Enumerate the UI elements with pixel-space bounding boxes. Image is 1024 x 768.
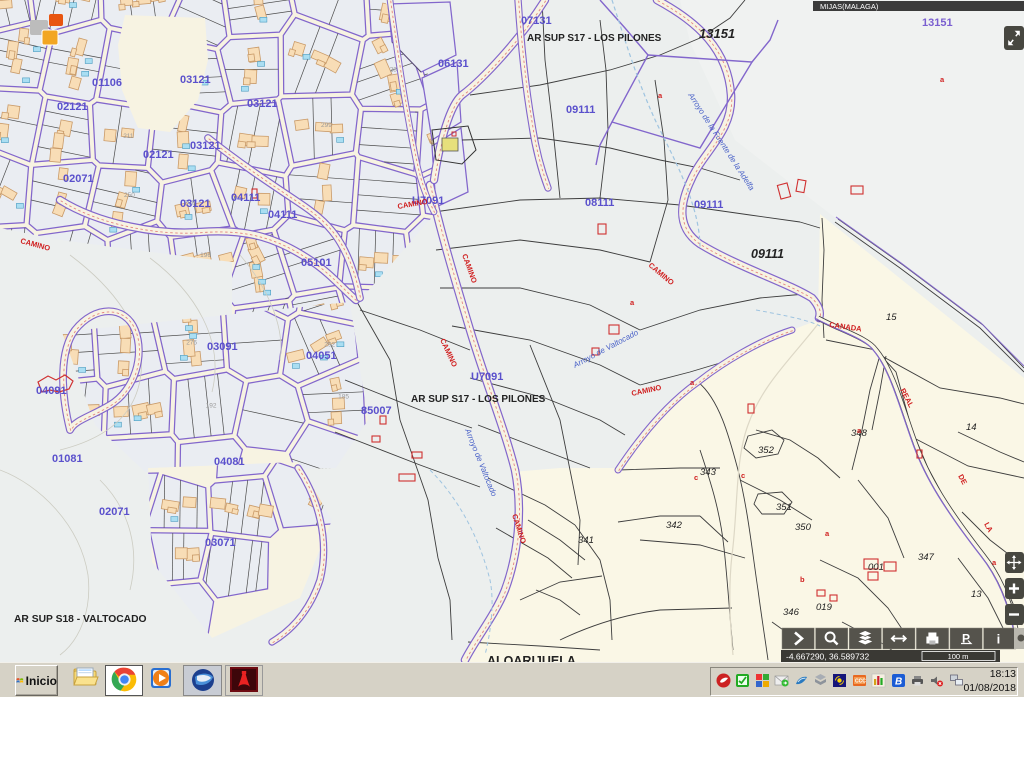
svg-text:U7091: U7091 (471, 371, 503, 383)
svg-text:350: 350 (795, 522, 812, 533)
svg-text:15: 15 (886, 312, 897, 323)
svg-text:MIJAS(MALAGA): MIJAS(MALAGA) (820, 2, 879, 11)
svg-text:c: c (694, 473, 698, 482)
svg-text:-4.667290, 36.589732: -4.667290, 36.589732 (786, 652, 869, 662)
svg-text:i: i (997, 632, 1001, 647)
svg-text:04081: 04081 (214, 456, 245, 468)
svg-text:03121: 03121 (190, 140, 221, 152)
svg-text:211: 211 (123, 133, 134, 140)
svg-text:03121: 03121 (247, 98, 278, 110)
svg-text:341: 341 (578, 535, 594, 546)
svg-text:AR SUP S17 - LOS PILONES: AR SUP S17 - LOS PILONES (527, 33, 662, 44)
svg-text:250: 250 (124, 192, 135, 199)
svg-text:192: 192 (206, 403, 217, 410)
svg-text:299: 299 (321, 122, 332, 129)
svg-text:CCC: CCC (855, 679, 866, 685)
svg-text:04051: 04051 (306, 350, 337, 362)
svg-text:03071: 03071 (205, 537, 236, 549)
svg-text:04111: 04111 (268, 209, 297, 221)
svg-text:14: 14 (966, 422, 977, 433)
svg-text:346: 346 (783, 607, 800, 618)
svg-text:08111: 08111 (585, 197, 614, 209)
svg-text:01081: 01081 (52, 453, 83, 465)
svg-text:13: 13 (971, 589, 982, 600)
svg-text:02121: 02121 (143, 149, 174, 161)
svg-text:02121: 02121 (57, 101, 88, 113)
svg-text:02071: 02071 (99, 506, 130, 518)
svg-text:13151: 13151 (699, 26, 735, 41)
svg-text:342: 342 (666, 520, 683, 531)
svg-text:85007: 85007 (361, 405, 392, 417)
svg-text:03091: 03091 (207, 341, 238, 353)
svg-text:276: 276 (186, 339, 197, 346)
svg-text:13151: 13151 (922, 17, 953, 29)
svg-text:B: B (895, 677, 902, 688)
svg-text:196: 196 (200, 252, 211, 259)
svg-text:001: 001 (868, 562, 884, 573)
svg-text:351: 351 (776, 502, 792, 513)
svg-text:06131: 06131 (438, 58, 469, 70)
svg-text:343: 343 (700, 467, 717, 478)
svg-text:AR SUP S18 - VALTOCADO: AR SUP S18 - VALTOCADO (14, 614, 147, 625)
svg-text:04091: 04091 (36, 385, 67, 397)
svg-text:01106: 01106 (92, 77, 122, 89)
svg-text:100 m: 100 m (948, 652, 969, 661)
svg-text:02071: 02071 (63, 173, 94, 185)
svg-text:03121: 03121 (180, 74, 211, 86)
svg-text:292: 292 (324, 342, 335, 349)
svg-text:05101: 05101 (301, 257, 332, 269)
svg-text:c: c (741, 471, 745, 480)
svg-text:04111: 04111 (231, 192, 260, 204)
svg-text:019: 019 (816, 602, 833, 613)
svg-text:352: 352 (758, 445, 775, 456)
svg-text:03121: 03121 (180, 198, 211, 210)
svg-text:ALQARIJUELA: ALQARIJUELA (487, 654, 576, 662)
svg-text:09111: 09111 (566, 104, 595, 116)
svg-text:347: 347 (918, 552, 935, 563)
svg-text:09111: 09111 (694, 199, 723, 211)
svg-text:07131: 07131 (521, 15, 552, 27)
svg-text:185: 185 (338, 394, 349, 401)
svg-text:AR SUP S17 - LOS PILONES: AR SUP S17 - LOS PILONES (411, 394, 546, 405)
svg-text:b: b (800, 575, 805, 584)
svg-text:09111: 09111 (751, 247, 784, 261)
